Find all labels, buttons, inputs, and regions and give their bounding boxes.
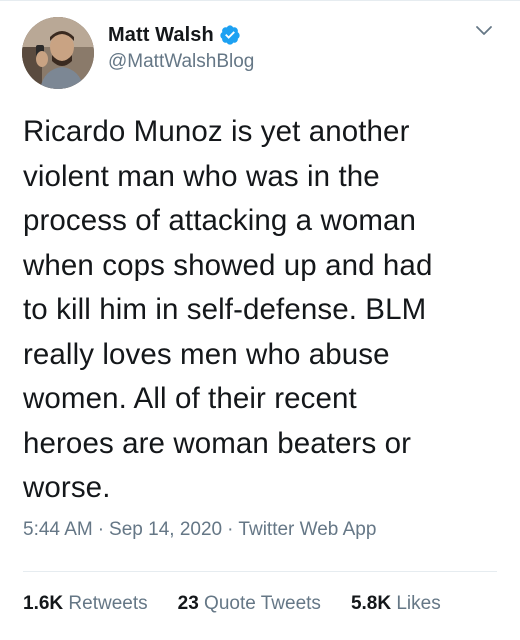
tweet-date[interactable]: Sep 14, 2020 [109,519,222,540]
chevron-down-icon[interactable] [474,24,494,38]
divider [23,571,497,572]
quote-tweets-stat[interactable]: 23 Quote Tweets [178,593,321,615]
meta-separator: · [97,519,105,540]
author-info: Matt Walsh @MattWalshBlog [108,22,254,73]
likes-count: 5.8K [350,593,392,614]
retweets-stat[interactable]: 1.6K Retweets [23,593,148,615]
name-row: Matt Walsh [108,22,254,48]
avatar[interactable] [22,17,94,89]
tweet-time[interactable]: 5:44 AM [23,519,93,540]
retweets-count: 1.6K [23,593,64,614]
likes-label: Likes [396,593,441,614]
tweet-stats: 1.6K Retweets 23 Quote Tweets 5.8K Likes [23,593,441,615]
author-handle[interactable]: @MattWalshBlog [108,51,254,73]
author-display-name[interactable]: Matt Walsh [108,24,214,47]
tweet-source[interactable]: Twitter Web App [238,519,376,540]
quote-tweets-label: Quote Tweets [204,593,321,614]
retweets-label: Retweets [68,593,148,614]
tweet: Matt Walsh @MattWalshBlog Ricardo Munoz … [0,0,520,640]
meta-separator: · [227,519,234,540]
tweet-meta: 5:44 AM · Sep 14, 2020 · Twitter Web App [23,519,376,541]
tweet-text: Ricardo Munoz is yet another violent man… [23,115,433,504]
verified-badge-icon [219,24,241,46]
likes-stat[interactable]: 5.8K Likes [351,593,441,615]
quote-tweets-count: 23 [177,593,199,614]
